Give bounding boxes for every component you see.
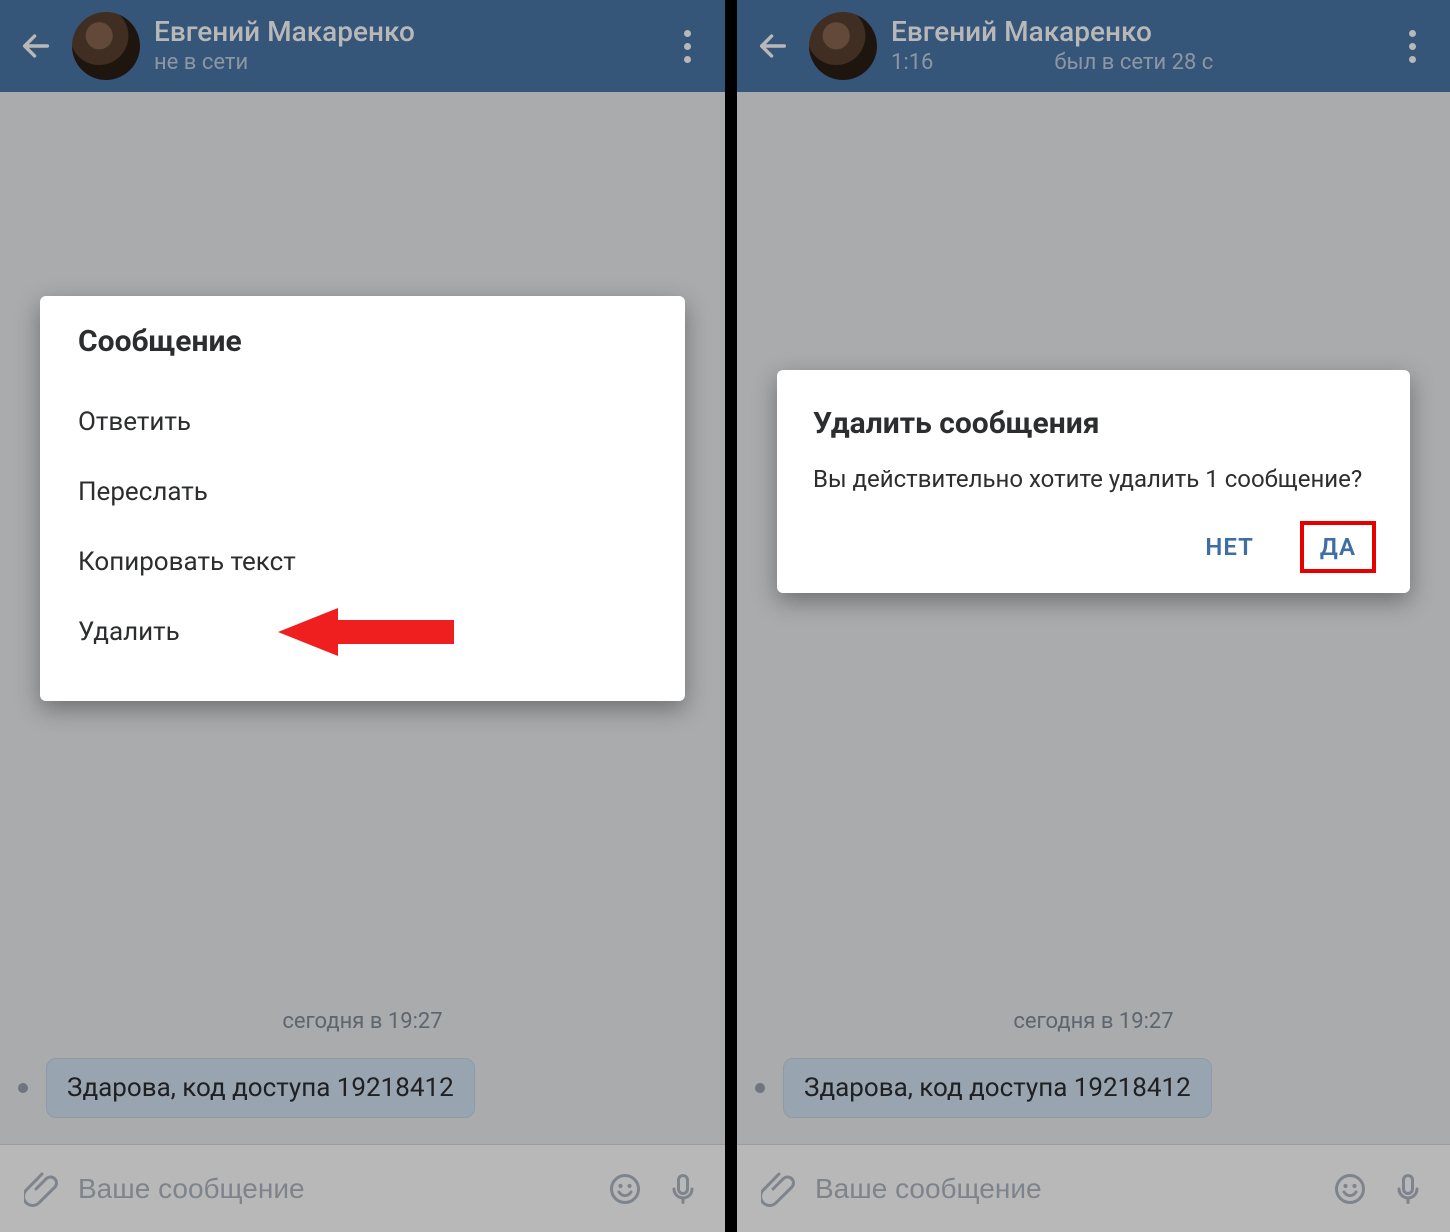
- screen-left: Евгений Макаренко не в сети сегодня в 19…: [0, 0, 725, 1232]
- dialog-no-button[interactable]: НЕТ: [1187, 523, 1272, 571]
- menu-item-forward[interactable]: Переслать: [78, 457, 647, 527]
- annotation-arrow-icon: [278, 604, 458, 660]
- message-context-menu: Сообщение Ответить Переслать Копировать …: [40, 296, 685, 701]
- menu-item-copy-text[interactable]: Копировать текст: [78, 527, 647, 597]
- menu-item-label: Удалить: [78, 617, 180, 647]
- menu-item-delete[interactable]: Удалить: [78, 597, 647, 667]
- dialog-actions: НЕТ ДА: [813, 523, 1374, 571]
- menu-title: Сообщение: [78, 324, 647, 359]
- overlay-dim[interactable]: [737, 0, 1450, 1232]
- dialog-yes-button[interactable]: ДА: [1302, 523, 1374, 571]
- screen-right: Евгений Макаренко 1:16 был в сети 28 с с…: [725, 0, 1450, 1232]
- menu-item-reply[interactable]: Ответить: [78, 387, 647, 457]
- dialog-title: Удалить сообщения: [813, 406, 1374, 441]
- delete-confirm-dialog: Удалить сообщения Вы действительно хотит…: [777, 370, 1410, 593]
- dialog-body: Вы действительно хотите удалить 1 сообще…: [813, 463, 1374, 495]
